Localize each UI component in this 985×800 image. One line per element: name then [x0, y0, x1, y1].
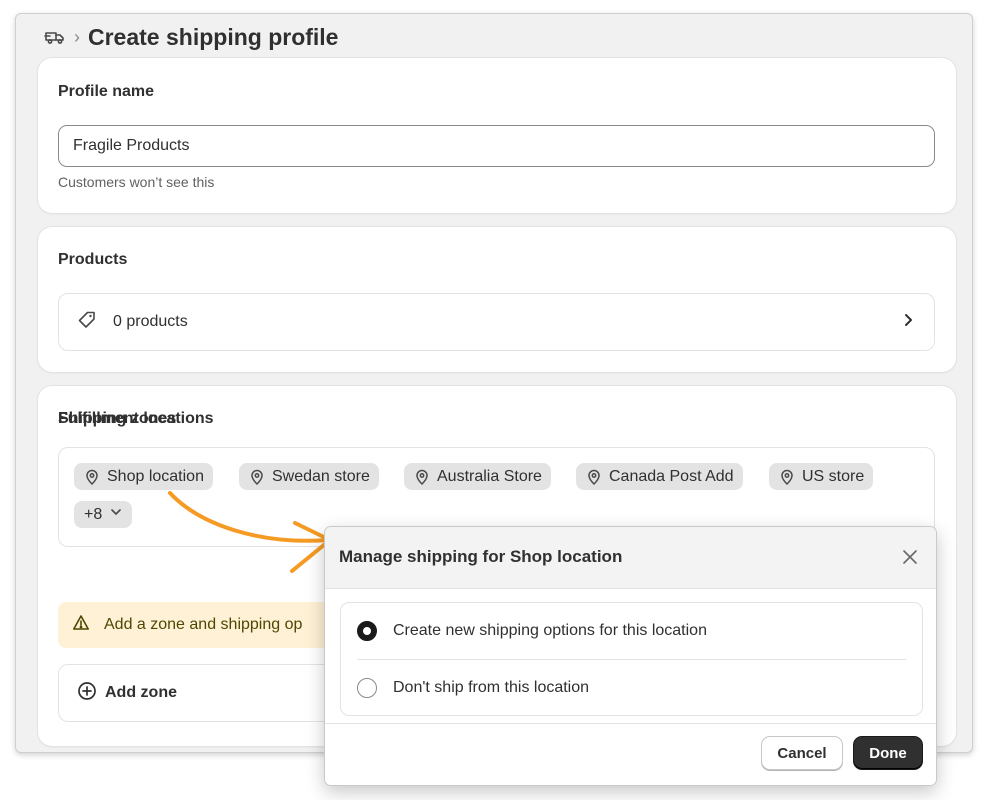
location-chip-label: Shop location — [107, 467, 204, 485]
truck-icon[interactable] — [44, 28, 66, 46]
option-dont-ship-label: Don't ship from this location — [393, 679, 590, 696]
location-pin-icon — [779, 469, 795, 485]
radio-create-new[interactable] — [357, 621, 377, 641]
close-icon[interactable] — [900, 547, 920, 567]
location-chip-canada[interactable]: Canada Post Add — [576, 463, 743, 490]
manage-shipping-modal: Manage shipping for Shop location Create… — [324, 526, 937, 786]
profile-name-card: Profile name Customers won’t see this — [38, 58, 956, 213]
chevron-down-icon — [109, 505, 123, 524]
profile-name-heading: Profile name — [58, 83, 155, 100]
modal-title: Manage shipping for Shop location — [339, 547, 623, 566]
modal-header: Manage shipping for Shop location — [325, 527, 936, 589]
products-row[interactable]: 0 products — [58, 293, 935, 351]
modal-footer: Cancel Done — [325, 723, 936, 785]
products-heading: Products — [58, 251, 128, 268]
more-locations-count: +8 — [84, 505, 103, 523]
chevron-right-icon — [900, 312, 916, 333]
location-pin-icon — [414, 469, 430, 485]
location-pin-icon — [586, 469, 602, 485]
option-create-new[interactable]: Create new shipping options for this loc… — [357, 603, 707, 659]
option-dont-ship[interactable]: Don't ship from this location — [357, 660, 589, 716]
shipping-zones-heading: Shipping zones — [58, 410, 177, 427]
annotation-arrow — [168, 491, 332, 573]
shipping-options-group: Create new shipping options for this loc… — [340, 602, 923, 716]
location-pin-icon — [84, 469, 100, 485]
warning-banner-text: Add a zone and shipping op — [104, 616, 303, 633]
page-title: Create shipping profile — [88, 23, 339, 50]
products-count: 0 products — [113, 313, 188, 330]
products-card: Products 0 products — [38, 227, 956, 372]
location-chip-label: US store — [802, 467, 865, 485]
location-chip-australia[interactable]: Australia Store — [404, 463, 551, 490]
breadcrumb-separator: › — [74, 26, 80, 47]
cancel-button[interactable]: Cancel — [761, 736, 843, 770]
profile-name-help: Customers won’t see this — [58, 174, 215, 190]
page-header: › Create shipping profile — [44, 22, 338, 52]
location-chip-label: Australia Store — [437, 467, 542, 485]
option-create-new-label: Create new shipping options for this loc… — [393, 622, 707, 639]
location-chip-us[interactable]: US store — [769, 463, 874, 490]
add-zone-label: Add zone — [105, 684, 177, 701]
done-button[interactable]: Done — [853, 736, 923, 770]
plus-circle-icon — [77, 681, 97, 706]
profile-name-input[interactable] — [58, 125, 935, 167]
warning-icon — [72, 614, 90, 637]
tag-icon — [77, 310, 97, 335]
radio-dont-ship[interactable] — [357, 678, 377, 698]
location-chip-label: Canada Post Add — [609, 467, 734, 485]
location-chip-label: Swedan store — [272, 467, 370, 485]
more-locations-chip[interactable]: +8 — [74, 501, 133, 528]
location-pin-icon — [249, 469, 265, 485]
